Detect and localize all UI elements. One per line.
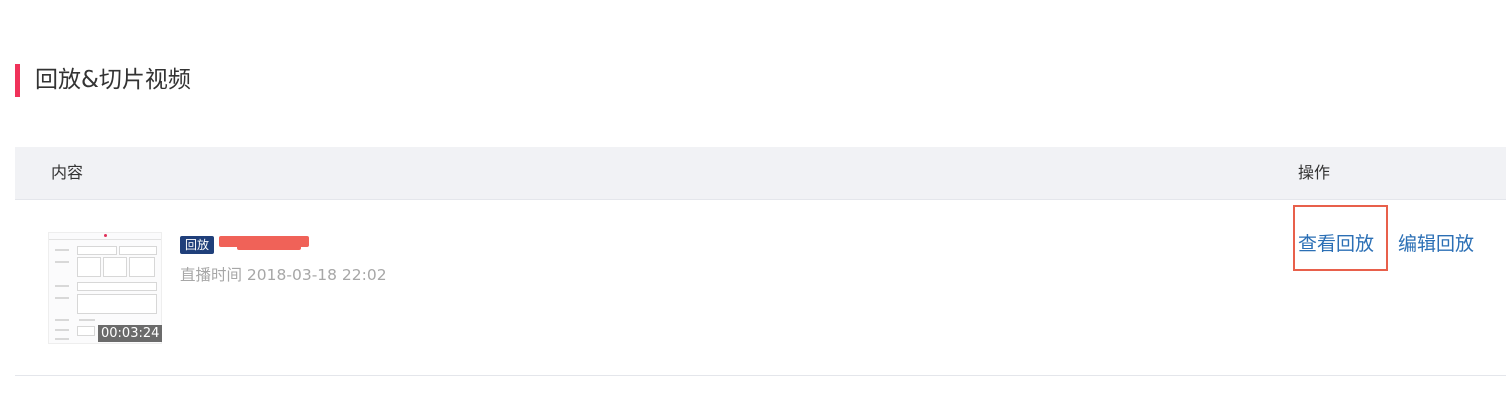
thumbnail-detail	[103, 257, 127, 277]
thumbnail-detail	[77, 294, 157, 314]
video-duration: 00:03:24	[98, 325, 163, 342]
live-time: 直播时间 2018-03-18 22:02	[180, 266, 387, 284]
redacted-title	[237, 244, 301, 250]
table-row: 00:03:24 回放 直播时间 2018-03-18 22:02 查看回放 编…	[15, 200, 1506, 376]
thumbnail-detail	[77, 282, 157, 291]
thumbnail-dot	[104, 234, 107, 237]
thumbnail-detail	[119, 246, 157, 255]
section-title-text: 回放&切片视频	[35, 67, 191, 93]
thumbnail-detail	[55, 261, 69, 263]
thumbnail-detail	[55, 285, 69, 287]
thumbnail-detail	[55, 338, 69, 340]
thumbnail-detail	[55, 329, 69, 331]
edit-replay-link[interactable]: 编辑回放	[1398, 230, 1474, 258]
thumbnail-detail	[79, 319, 95, 321]
thumbnail-detail	[77, 246, 117, 255]
column-header-operations: 操作	[1298, 163, 1331, 182]
column-header-content: 内容	[51, 163, 84, 182]
section-accent-bar	[15, 64, 20, 97]
view-replay-link[interactable]: 查看回放	[1298, 230, 1374, 258]
section-title: 回放&切片视频	[15, 64, 191, 97]
table-header: 内容 操作	[15, 147, 1506, 200]
replay-badge: 回放	[180, 236, 215, 254]
page: 回放&切片视频 内容 操作 00:03:24 回放 直播时间 2018-03-1…	[0, 0, 1506, 415]
thumbnail-topbar	[49, 233, 161, 240]
thumbnail-detail	[77, 257, 101, 277]
thumbnail-detail	[77, 326, 95, 336]
thumbnail-detail	[55, 297, 69, 299]
thumbnail-detail	[55, 319, 69, 321]
thumbnail-detail	[129, 257, 155, 277]
thumbnail-detail	[55, 249, 69, 251]
